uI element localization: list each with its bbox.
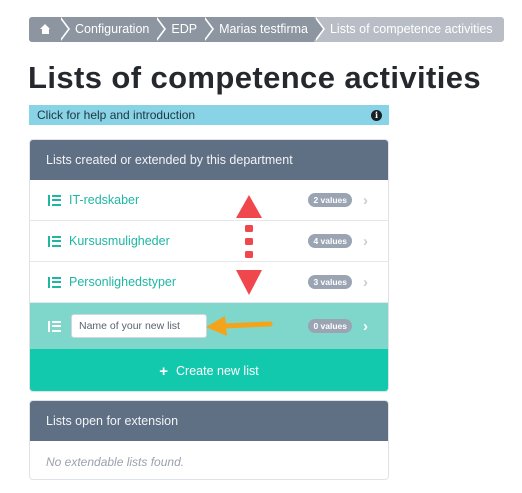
list-icon xyxy=(48,194,61,206)
list-item[interactable]: Personlighedstyper 3 values › xyxy=(30,262,388,303)
help-bar[interactable]: Click for help and introduction i xyxy=(29,105,389,125)
department-lists-panel: Lists created or extended by this depart… xyxy=(29,139,389,392)
list-item-label[interactable]: IT-redskaber xyxy=(69,193,308,207)
info-icon: i xyxy=(371,109,382,121)
breadcrumb-home[interactable] xyxy=(29,17,70,42)
empty-state-text: No extendable lists found. xyxy=(46,455,185,469)
chevron-right-icon[interactable]: › xyxy=(363,318,379,335)
list-icon xyxy=(48,235,61,247)
extension-lists-header: Lists open for extension xyxy=(30,401,388,441)
chevron-right-icon[interactable]: › xyxy=(363,274,379,291)
home-icon xyxy=(40,24,51,34)
page-title: Lists of competence activities xyxy=(28,60,482,95)
department-lists-header: Lists created or extended by this depart… xyxy=(30,140,388,180)
value-count-badge: 0 values xyxy=(308,319,352,333)
value-count-badge: 3 values xyxy=(308,275,352,289)
list-item-label[interactable]: Personlighedstyper xyxy=(69,275,308,289)
breadcrumb: Configuration EDP Marias testfirma Lists… xyxy=(29,17,504,42)
new-list-row: 0 values › xyxy=(30,303,388,349)
breadcrumb-company[interactable]: Marias testfirma xyxy=(203,17,325,42)
chevron-right-icon[interactable]: › xyxy=(363,192,379,209)
value-count-badge: 4 values xyxy=(308,234,352,248)
help-bar-label: Click for help and introduction xyxy=(37,108,196,122)
list-item-label[interactable]: Kursusmuligheder xyxy=(69,234,308,248)
list-item[interactable]: Kursusmuligheder 4 values › xyxy=(30,221,388,262)
list-item[interactable]: IT-redskaber 2 values › xyxy=(30,180,388,221)
chevron-right-icon[interactable]: › xyxy=(363,233,379,250)
create-new-list-label: Create new list xyxy=(176,364,259,378)
breadcrumb-current: Lists of competence activities xyxy=(313,17,504,42)
list-icon xyxy=(48,276,61,288)
list-icon xyxy=(48,320,61,332)
new-list-name-input[interactable] xyxy=(71,314,207,338)
plus-icon: + xyxy=(159,362,169,380)
create-new-list-button[interactable]: + Create new list xyxy=(30,349,388,391)
value-count-badge: 2 values xyxy=(308,193,352,207)
extension-lists-panel: Lists open for extension No extendable l… xyxy=(29,400,389,480)
breadcrumb-configuration[interactable]: Configuration xyxy=(59,17,167,42)
